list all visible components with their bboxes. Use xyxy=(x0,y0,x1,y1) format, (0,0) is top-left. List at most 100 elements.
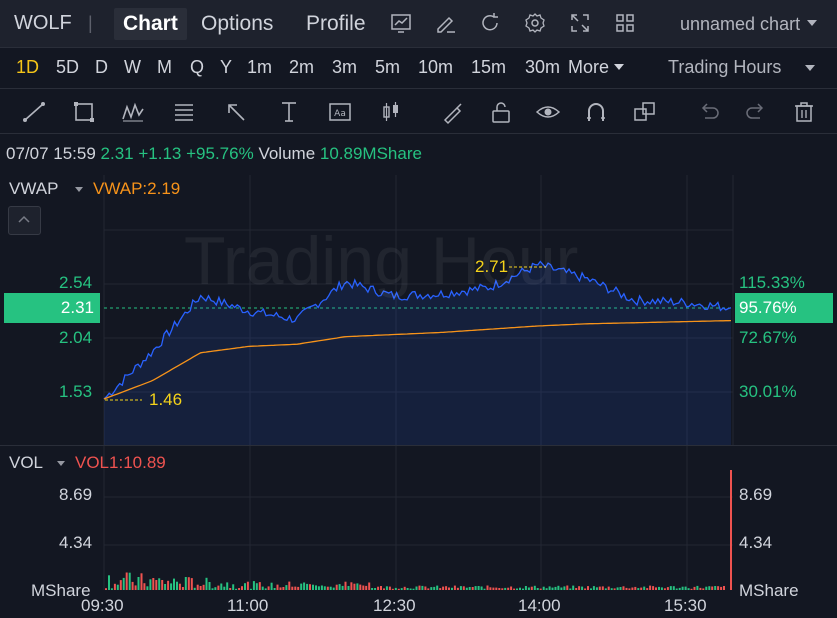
layout-name-select[interactable]: unnamed chart xyxy=(680,14,800,35)
redo-icon[interactable] xyxy=(743,99,769,125)
volume-bar xyxy=(628,588,631,590)
volume-bar xyxy=(232,584,235,590)
eye-icon[interactable] xyxy=(535,99,561,125)
volume-bar xyxy=(306,583,309,590)
symbol-label[interactable]: WOLF xyxy=(14,12,72,35)
interval-d[interactable]: D xyxy=(95,57,108,78)
volume-indicator-name[interactable]: VOL xyxy=(9,453,43,473)
volume-bar xyxy=(377,586,380,590)
interval-3m[interactable]: 3m xyxy=(332,57,357,78)
interval-1d[interactable]: 1D xyxy=(16,57,39,78)
volume-bar xyxy=(495,587,498,590)
vwap-indicator-name[interactable]: VWAP xyxy=(9,179,58,199)
volume-bar xyxy=(696,585,699,590)
interval-2m[interactable]: 2m xyxy=(289,57,314,78)
chevron-down-icon[interactable] xyxy=(75,187,83,192)
volume-bar xyxy=(613,588,616,590)
fullscreen-icon[interactable] xyxy=(568,11,592,35)
chevron-down-icon[interactable] xyxy=(805,65,815,71)
volume-bar xyxy=(383,588,385,590)
layout-grid-icon[interactable] xyxy=(613,11,637,35)
brush-icon[interactable] xyxy=(440,99,466,125)
volume-bar xyxy=(468,587,471,590)
trash-icon[interactable] xyxy=(791,99,817,125)
interval-w[interactable]: W xyxy=(124,57,141,78)
interval-1m[interactable]: 1m xyxy=(247,57,272,78)
low-annotation: 1.46 xyxy=(149,390,183,409)
interval-10m[interactable]: 10m xyxy=(418,57,453,78)
volume-bar xyxy=(566,585,569,590)
interval-q[interactable]: Q xyxy=(190,57,204,78)
volume-bar xyxy=(388,586,391,590)
vwap-indicator-value: VWAP:2.19 xyxy=(93,179,181,198)
volume-bar xyxy=(285,585,288,590)
time-axis-label: 11:00 xyxy=(227,596,269,615)
refresh-icon[interactable] xyxy=(478,11,502,35)
volume-bar xyxy=(140,573,143,590)
candlestick-icon[interactable] xyxy=(378,99,404,125)
volume-bar xyxy=(510,586,513,590)
volume-bar xyxy=(258,582,261,590)
volume-bar xyxy=(229,588,232,590)
volume-bar xyxy=(504,587,507,590)
time-axis-label: 12:30 xyxy=(373,596,416,615)
interval-y[interactable]: Y xyxy=(220,57,232,78)
volume-bar xyxy=(631,587,634,590)
tab-options[interactable]: Options xyxy=(192,8,282,40)
pattern-icon[interactable] xyxy=(120,99,146,125)
text-tool-icon[interactable]: Aa xyxy=(327,99,353,125)
interval-5d[interactable]: 5D xyxy=(56,57,79,78)
volume-bar xyxy=(282,587,285,590)
session-select[interactable]: Trading Hours xyxy=(668,57,781,78)
volume-bar xyxy=(684,586,687,590)
volume-bar xyxy=(353,583,356,590)
interval-5m[interactable]: 5m xyxy=(375,57,400,78)
volume-bar xyxy=(161,580,164,590)
arrow-icon[interactable] xyxy=(223,99,249,125)
volume-bar xyxy=(711,586,714,590)
volume-bar xyxy=(448,587,450,590)
fibonacci-icon[interactable] xyxy=(171,99,197,125)
magnet-icon[interactable] xyxy=(583,99,609,125)
edit-icon[interactable] xyxy=(434,11,458,35)
volume-bar xyxy=(137,577,140,590)
chart-type-icon[interactable] xyxy=(389,11,413,35)
interval-more[interactable]: More xyxy=(568,57,609,78)
volume-bar xyxy=(536,588,539,590)
tab-profile[interactable]: Profile xyxy=(297,8,375,40)
interval-15m[interactable]: 15m xyxy=(471,57,506,78)
unlock-icon[interactable] xyxy=(488,99,514,125)
trend-line-icon[interactable] xyxy=(21,99,47,125)
volume-bar xyxy=(575,588,578,590)
pane-separator[interactable] xyxy=(0,445,837,446)
volume-axis-label: 4.34 xyxy=(59,533,93,552)
volume-bar xyxy=(362,585,365,590)
volume-bar xyxy=(261,586,264,590)
settings-icon[interactable] xyxy=(523,11,547,35)
chevron-down-icon[interactable] xyxy=(807,20,817,26)
volume-bar xyxy=(513,588,516,590)
chevron-down-icon[interactable] xyxy=(614,64,624,70)
volume-bar xyxy=(652,586,655,590)
volume-bar xyxy=(527,587,530,590)
volume-bar xyxy=(669,586,672,590)
tab-chart[interactable]: Chart xyxy=(114,8,187,40)
volume-bar xyxy=(235,588,238,590)
volume-bar xyxy=(326,586,329,590)
volume-bar xyxy=(374,588,377,590)
interval-30m[interactable]: 30m xyxy=(525,57,560,78)
chevron-down-icon[interactable] xyxy=(57,461,65,466)
volume-bar xyxy=(300,583,303,590)
vertical-measure-icon[interactable] xyxy=(276,99,302,125)
volume-bar xyxy=(199,586,202,590)
volume-bar xyxy=(587,586,589,590)
collapse-button[interactable] xyxy=(8,206,41,235)
layers-icon[interactable] xyxy=(632,99,658,125)
volume-bar xyxy=(303,582,306,590)
volume-bar xyxy=(170,583,173,590)
interval-m[interactable]: M xyxy=(157,57,172,78)
volume-bar xyxy=(498,588,501,590)
rectangle-icon[interactable] xyxy=(71,99,97,125)
volume-bar xyxy=(578,586,581,590)
undo-icon[interactable] xyxy=(696,99,722,125)
